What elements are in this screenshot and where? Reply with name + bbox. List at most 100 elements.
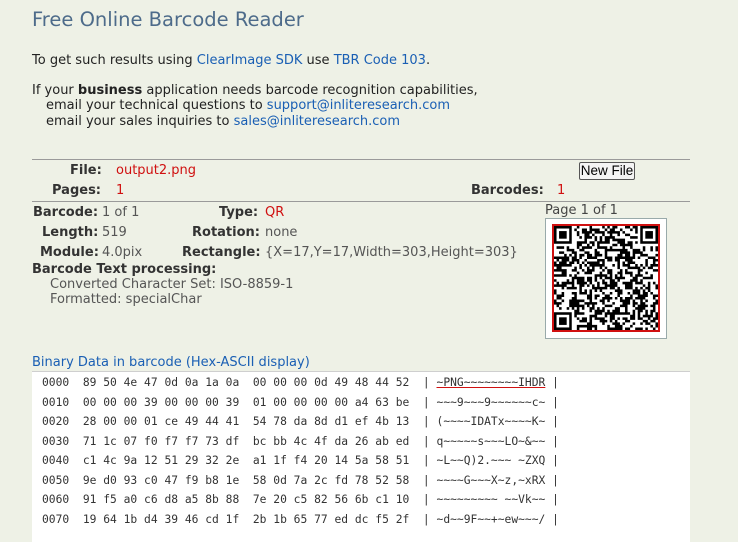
separator: | [545,454,559,467]
hex-row: 0010 00 00 00 39 00 00 00 39 01 00 00 00… [42,396,559,409]
barcode-value: 1 of 1 [102,205,140,220]
tbr-code-link[interactable]: TBR Code 103 [334,53,426,68]
hex-row: 0000 89 50 4e 47 0d 0a 1a 0a 00 00 00 0d… [42,376,559,389]
separator: | [545,434,559,448]
separator: | [409,493,437,506]
file-value: output2.png [116,163,197,178]
hex-offset: 0030 [42,434,70,448]
hex-row: 0030 71 1c 07 f0 f7 f7 73 df bc bb 4c 4f… [42,435,559,448]
hex-ascii: ~~~~G~~~X~z,~xRX [436,473,546,487]
file-label: File: [70,163,102,178]
sales-email-link[interactable]: sales@inliteresearch.com [234,114,400,129]
intro-line: To get such results using ClearImage SDK… [32,53,430,68]
hex-offset: 0000 [42,376,70,389]
separator: | [545,395,559,409]
hex-row: 0050 9e d0 93 c0 47 f9 b8 1e 58 0d 7a 2c… [42,474,559,487]
hex-ascii: ~PNG~~~~~~~~IHDR [436,376,546,389]
barcodes-value: 1 [557,183,566,198]
clearimage-sdk-link[interactable]: ClearImage SDK [197,53,303,68]
divider [32,159,690,160]
hex-ascii: ~d~~9F~~+~ew~~~/ [436,512,546,526]
business-prefix: If your [32,83,78,98]
separator: | [409,454,437,467]
length-value: 519 [102,225,127,240]
processing-label: Barcode Text processing: [32,262,217,277]
hex-bytes: 28 00 00 01 ce 49 44 41 54 78 da 8d d1 e… [82,415,410,428]
business-line-3: email your sales inquiries to sales@inli… [46,114,400,129]
barcodes-label: Barcodes: [471,183,544,198]
qr-thumbnail[interactable] [545,218,667,339]
hex-ascii: ~~~~~~~~~ ~~Vk~~ [436,493,546,506]
hex-ascii: q~~~~~s~~~LO~&~~ [436,434,546,448]
pages-label: Pages: [52,183,102,198]
hex-data-panel: 0000 89 50 4e 47 0d 0a 1a 0a 00 00 00 0d… [32,371,690,542]
hex-ascii: (~~~~IDATx~~~~K~ [436,415,546,428]
separator: | [409,415,437,428]
hex-offset: 0040 [42,454,70,467]
intro-prefix: To get such results using [32,53,197,68]
hex-offset: 0010 [42,395,70,409]
hex-row: 0070 19 64 1b d4 39 46 cd 1f 2b 1b 65 77… [42,513,559,526]
barcode-label: Barcode: [33,205,99,220]
rotation-value: none [265,225,298,240]
hex-bytes: 9e d0 93 c0 47 f9 b8 1e 58 0d 7a 2c fd 7… [82,473,410,487]
separator: | [409,395,437,409]
hex-bytes: 91 f5 a0 c6 d8 a5 8b 88 7e 20 c5 82 56 6… [82,493,410,506]
separator: | [545,376,559,389]
pages-value: 1 [116,183,125,198]
hex-bytes: c1 4c 9a 12 51 29 32 2e a1 1f f4 20 14 5… [82,454,410,467]
separator: | [409,473,437,487]
support-prefix: email your technical questions to [46,98,267,113]
business-suffix: application needs barcode recognition ca… [142,83,478,98]
charset-text: Converted Character Set: ISO-8859-1 [50,277,294,292]
qr-code-image [546,219,666,338]
separator: | [409,376,437,389]
length-label: Length: [42,225,99,240]
separator: | [545,512,559,526]
separator: | [545,493,559,506]
module-label: Module: [40,245,99,260]
page-title: Free Online Barcode Reader [32,8,304,31]
hex-offset: 0050 [42,473,70,487]
formatted-text: Formatted: specialChar [50,292,202,307]
new-file-button[interactable]: New File [579,162,635,180]
hex-ascii: ~~~9~~~9~~~~~~c~ [436,395,546,409]
hex-row: 0060 91 f5 a0 c6 d8 a5 8b 88 7e 20 c5 82… [42,493,559,506]
hex-bytes: 89 50 4e 47 0d 0a 1a 0a 00 00 00 0d 49 4… [82,376,410,389]
type-label: Type: [219,205,259,220]
rotation-label: Rotation: [192,225,260,240]
support-email-link[interactable]: support@inliteresearch.com [267,98,450,113]
hex-row: 0040 c1 4c 9a 12 51 29 32 2e a1 1f f4 20… [42,454,559,467]
hex-ascii: ~L~~Q)2.~~~ ~ZXQ [436,454,546,467]
hex-row: 0020 28 00 00 01 ce 49 44 41 54 78 da 8d… [42,415,559,428]
separator: | [545,415,559,428]
page-indicator: Page 1 of 1 [545,203,618,218]
business-line-2: email your technical questions to suppor… [46,98,450,113]
type-value: QR [265,205,285,220]
rectangle-label: Rectangle: [182,245,261,260]
intro-suffix: . [425,53,431,68]
hex-bytes: 71 1c 07 f0 f7 f7 73 df bc bb 4c 4f da 2… [82,434,410,448]
binary-data-title: Binary Data in barcode (Hex-ASCII displa… [32,355,310,370]
hex-offset: 0060 [42,493,70,506]
separator: | [409,512,437,526]
hex-bytes: 00 00 00 39 00 00 00 39 01 00 00 00 00 a… [82,395,410,409]
rectangle-value: {X=17,Y=17,Width=303,Height=303} [265,245,518,260]
business-bold: business [77,83,143,98]
intro-middle: use [302,53,334,68]
hex-offset: 0070 [42,512,70,526]
sales-prefix: email your sales inquiries to [46,114,234,129]
hex-bytes: 19 64 1b d4 39 46 cd 1f 2b 1b 65 77 ed d… [82,512,410,526]
hex-offset: 0020 [42,415,70,428]
business-line-1: If your business application needs barco… [32,83,478,98]
module-value: 4.0pix [102,245,143,260]
separator: | [409,434,437,448]
